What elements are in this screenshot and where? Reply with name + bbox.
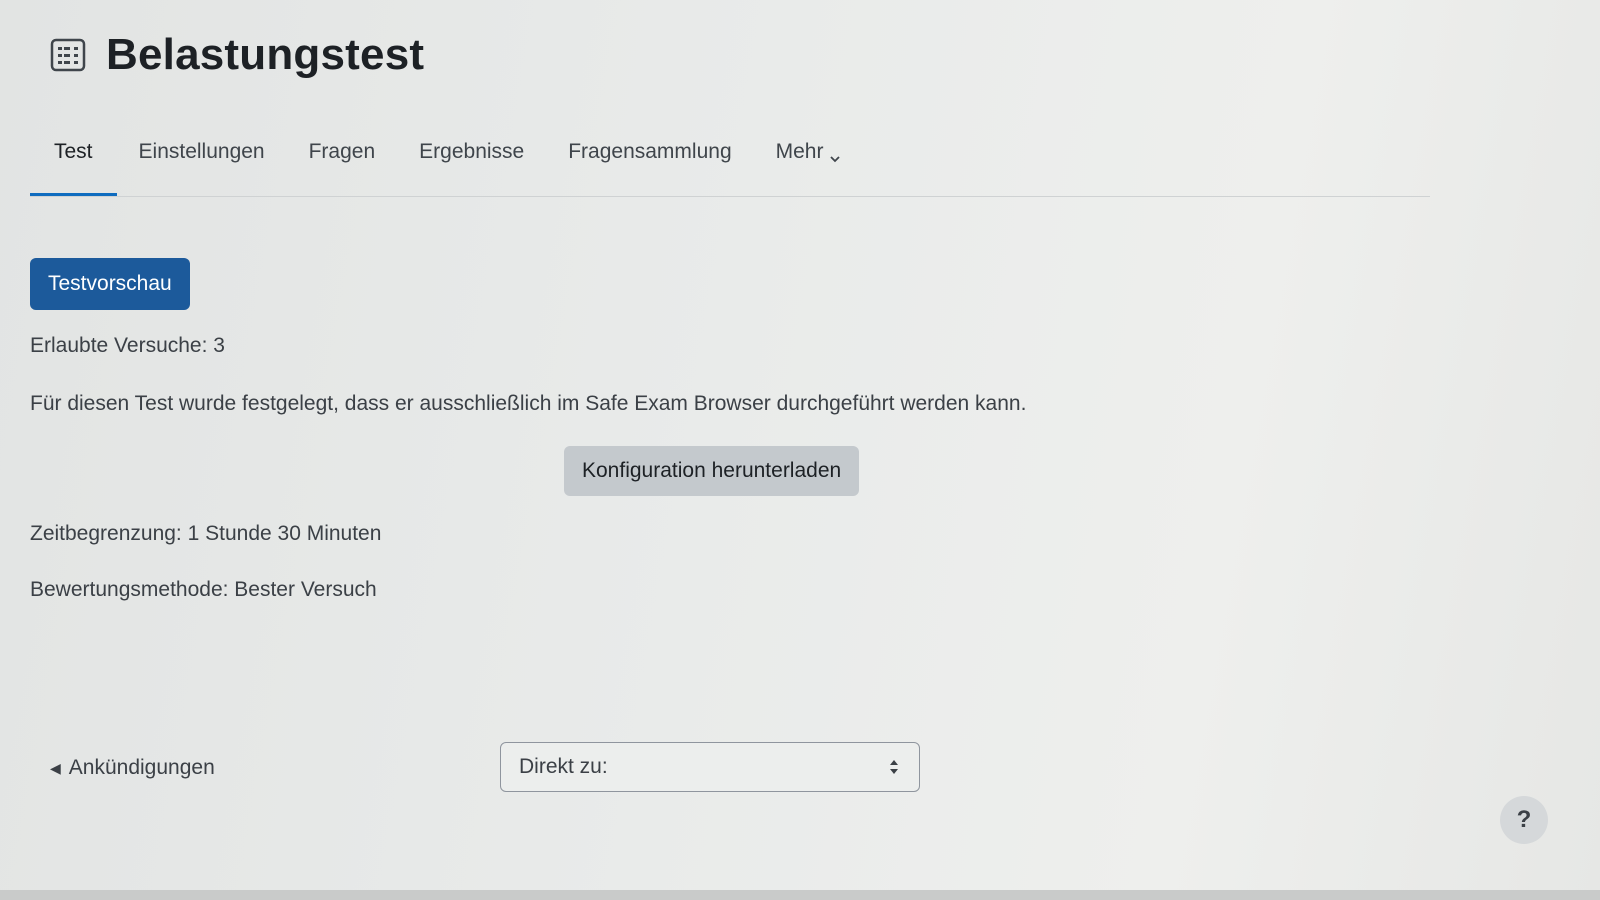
previous-activity-label: Ankündigungen xyxy=(68,756,215,779)
tab-einstellungen-label: Einstellungen xyxy=(138,140,265,163)
help-label: ? xyxy=(1516,806,1532,833)
preview-quiz-button[interactable]: Testvorschau xyxy=(30,258,190,310)
jump-to-select-value: Direkt zu: xyxy=(519,755,608,778)
tab-einstellungen[interactable]: Einstellungen xyxy=(117,130,287,186)
tab-mehr[interactable]: Mehr xyxy=(754,130,864,186)
download-configuration-button[interactable]: Konfiguration herunterladen xyxy=(564,446,860,496)
tab-test[interactable]: Test xyxy=(30,130,117,196)
jump-to-select[interactable]: Direkt zu: xyxy=(500,742,920,792)
tab-fragensammlung-label: Fragensammlung xyxy=(568,140,732,163)
time-limit: Zeitbegrenzung: 1 Stunde 30 Minuten xyxy=(30,522,382,545)
tab-ergebnisse[interactable]: Ergebnisse xyxy=(397,130,546,186)
chevron-down-icon xyxy=(829,147,841,163)
tab-ergebnisse-label: Ergebnisse xyxy=(419,140,525,163)
help-button[interactable]: ? xyxy=(1500,796,1548,844)
bottom-edge xyxy=(0,890,1600,900)
grading-method: Bewertungsmethode: Bester Versuch xyxy=(30,578,377,601)
page-header: Belastungstest xyxy=(50,30,424,80)
arrow-left-icon: ◀ xyxy=(50,759,61,776)
previous-activity-link[interactable]: ◀ Ankündigungen xyxy=(50,756,215,780)
tab-fragen-label: Fragen xyxy=(308,140,376,163)
secondary-navigation: Test Einstellungen Fragen Ergebnisse Fra… xyxy=(30,130,1430,197)
tab-fragensammlung[interactable]: Fragensammlung xyxy=(546,130,753,186)
attempts-allowed: Erlaubte Versuche: 3 xyxy=(30,334,225,357)
page-title: Belastungstest xyxy=(106,30,425,79)
select-arrows-icon xyxy=(887,757,901,777)
quiz-icon xyxy=(50,37,86,73)
seb-required-notice: Für diesen Test wurde festgelegt, dass e… xyxy=(30,392,1027,415)
tab-fragen[interactable]: Fragen xyxy=(287,130,398,186)
tab-mehr-label: Mehr xyxy=(775,140,824,163)
tab-test-label: Test xyxy=(54,140,93,163)
page: Belastungstest Test Einstellungen Fragen… xyxy=(0,0,1600,900)
